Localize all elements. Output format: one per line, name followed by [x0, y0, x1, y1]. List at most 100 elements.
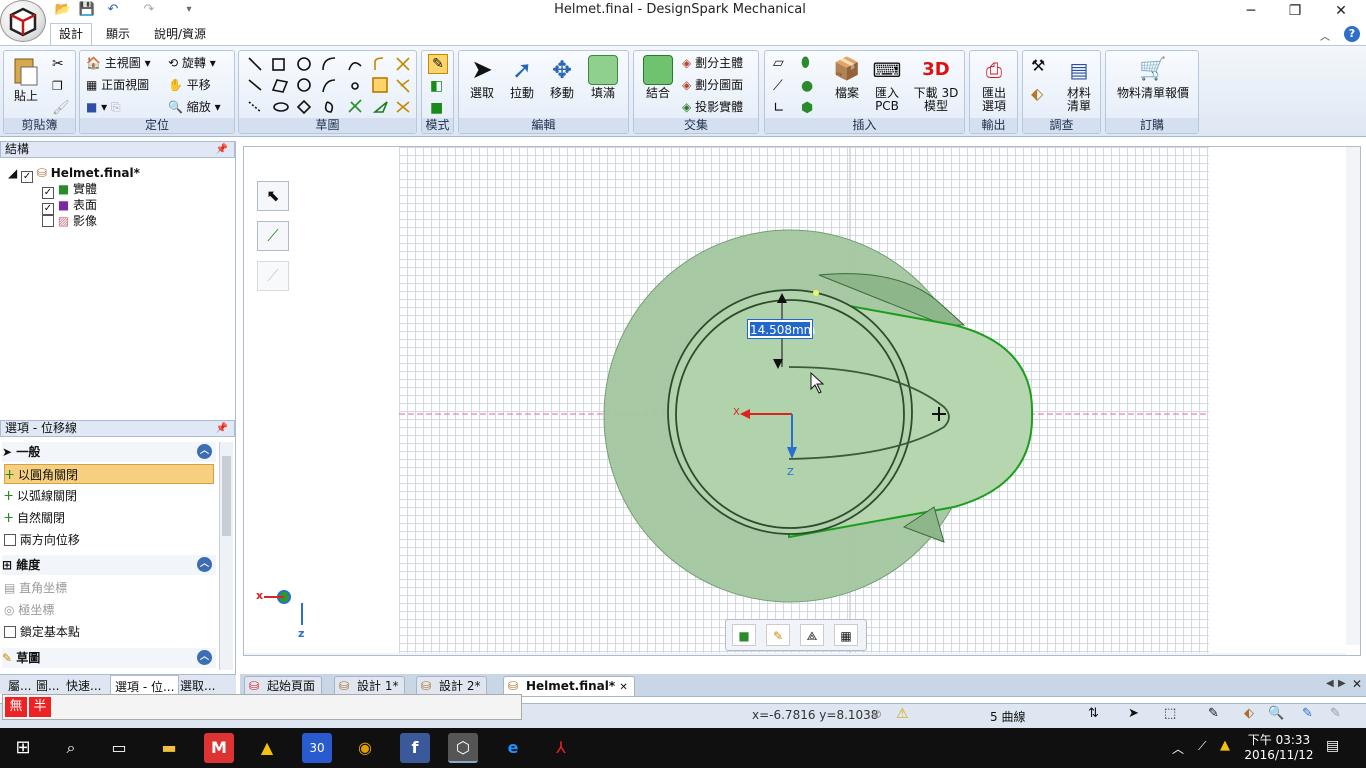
- home-view-button[interactable]: 🏠 主視圖 ▾: [86, 53, 151, 73]
- task-view-icon[interactable]: ▭: [104, 733, 134, 763]
- panel-tab-quick[interactable]: 快速...: [66, 677, 101, 694]
- collapse-icon[interactable]: ︿: [197, 444, 212, 459]
- copy-icon[interactable]: ❐: [52, 77, 63, 95]
- acrobat-icon[interactable]: ⅄: [546, 733, 576, 763]
- checkbox[interactable]: [4, 626, 16, 638]
- section-mode-icon[interactable]: ◧: [430, 77, 443, 95]
- stop-icon[interactable]: ⊘: [872, 707, 882, 721]
- tree-item-image[interactable]: ▨ 影像: [42, 213, 97, 229]
- format-painter-icon[interactable]: 🖌: [52, 99, 70, 117]
- pull-button[interactable]: ➚ 拉動: [503, 55, 541, 100]
- tab-design[interactable]: 設計: [50, 23, 93, 45]
- mirror-tool-button[interactable]: ⟋: [257, 261, 289, 291]
- pen-disabled-icon[interactable]: ✎: [1330, 706, 1341, 721]
- close-all-tabs-icon[interactable]: ✕: [1352, 677, 1362, 691]
- clock-time[interactable]: 下午 03:33: [1244, 731, 1314, 748]
- rotate-button[interactable]: ⟲ 旋轉 ▾: [168, 53, 216, 73]
- tab-scroll-left-icon[interactable]: ◀: [1326, 678, 1334, 689]
- customize-qa-icon[interactable]: ▾: [180, 2, 198, 18]
- close-tab-icon[interactable]: ✕: [619, 682, 627, 693]
- cylinder-icon[interactable]: ⬮: [801, 54, 810, 72]
- select-tool-button[interactable]: ⬉: [257, 181, 289, 211]
- select-button[interactable]: ➤ 選取: [463, 55, 501, 100]
- paste-button[interactable]: 貼上: [8, 55, 44, 103]
- 3d-mode-icon[interactable]: ■: [430, 99, 443, 117]
- file-explorer-icon[interactable]: ▬: [154, 733, 184, 763]
- save-icon[interactable]: 💾: [78, 2, 96, 18]
- redo-icon[interactable]: ↷: [140, 2, 158, 18]
- panel-tab-selection[interactable]: 選取...: [180, 677, 215, 694]
- horizontal-scrollbar[interactable]: [244, 653, 1346, 655]
- checkbox[interactable]: ✓: [21, 171, 34, 183]
- option-cartesian[interactable]: ▤ 直角坐標: [4, 578, 214, 598]
- axis-icon[interactable]: ⟋: [773, 77, 783, 95]
- collapse-icon[interactable]: ︿: [197, 557, 212, 572]
- checkbox[interactable]: [42, 215, 54, 227]
- section-dimension[interactable]: ⊞ 維度 ︿: [2, 555, 216, 575]
- edge-icon[interactable]: e: [498, 733, 528, 763]
- panel-tab-layers[interactable]: 圖...: [36, 677, 59, 694]
- pin-icon[interactable]: 📌: [216, 142, 228, 157]
- sphere-icon[interactable]: ●: [801, 77, 813, 95]
- facebook-icon[interactable]: f: [400, 733, 430, 763]
- ime-mode-a[interactable]: 無: [5, 697, 27, 717]
- export-button[interactable]: ⎙ 匯出 選項: [972, 55, 1016, 113]
- box-select-icon[interactable]: ⬚: [1164, 706, 1176, 721]
- scroll-thumb[interactable]: [222, 456, 231, 536]
- sketch-plane-icon[interactable]: ✎: [766, 624, 790, 646]
- combine-button[interactable]: 結合: [638, 55, 678, 100]
- layer-icon[interactable]: ⬖: [1244, 706, 1254, 721]
- vertical-scrollbar[interactable]: [1346, 147, 1360, 645]
- zoom-status-icon[interactable]: 🔍: [1268, 706, 1284, 721]
- chrome-icon[interactable]: ◉: [350, 733, 380, 763]
- doc-tab-design2[interactable]: ⛁ 設計 2*: [416, 676, 488, 696]
- plan-view-icon[interactable]: ▦: [834, 624, 858, 646]
- designspark-icon[interactable]: ⬡: [448, 733, 478, 763]
- doc-tab-start[interactable]: ⛁ 起始頁面: [244, 676, 323, 696]
- tray-expand-icon[interactable]: ︿: [1172, 740, 1184, 757]
- close-button[interactable]: ✕: [1318, 0, 1364, 22]
- line-tool-button[interactable]: ⟋: [257, 221, 289, 251]
- option-lock-base[interactable]: 鎖定基本點: [4, 622, 214, 642]
- select-mode-icon[interactable]: ➤: [1128, 706, 1139, 721]
- section-sketch[interactable]: ✎ 草圖 ︿: [2, 648, 216, 668]
- move-button[interactable]: ✥ 移動: [543, 55, 581, 100]
- warning-icon[interactable]: ⚠: [896, 706, 909, 722]
- plane-icon[interactable]: ▱: [773, 54, 784, 72]
- pan-button[interactable]: ✋ 平移: [168, 75, 211, 95]
- tab-help-resources[interactable]: 說明/資源: [146, 24, 214, 46]
- ime-mode-b[interactable]: 半: [29, 697, 51, 717]
- sketch-tools-icons[interactable]: [243, 54, 415, 118]
- return-3d-icon[interactable]: ■: [732, 624, 756, 646]
- measure-icon[interactable]: ⚒: [1031, 57, 1045, 75]
- minimize-button[interactable]: ─: [1228, 0, 1274, 22]
- google-drive-icon[interactable]: ▲: [252, 733, 282, 763]
- file-button[interactable]: 📦 檔案: [827, 55, 867, 100]
- tab-display[interactable]: 顯示: [98, 24, 138, 46]
- selection-filter-icon[interactable]: ⇅: [1088, 706, 1099, 721]
- view-cube-button[interactable]: ■ ▾ ⎘: [86, 97, 121, 117]
- helmet-model[interactable]: [244, 147, 1361, 656]
- drive-tray-icon[interactable]: ▲: [1220, 738, 1230, 753]
- doc-tab-helmet[interactable]: ⛁ Helmet.final* ✕: [503, 676, 635, 696]
- undo-icon[interactable]: ↶: [104, 2, 122, 18]
- clock-date[interactable]: 2016/11/12: [1240, 748, 1318, 762]
- options-scrollbar[interactable]: [219, 442, 233, 670]
- section-general[interactable]: ➤ 一般 ︿: [2, 442, 216, 462]
- pen-status-icon[interactable]: ✎: [1302, 706, 1313, 721]
- option-arc-close[interactable]: ⵜ 以弧線關閉: [4, 486, 214, 506]
- collapse-ribbon-icon[interactable]: ︿: [1320, 28, 1330, 43]
- design-canvas[interactable]: 14.508mm X Z x z ⬉ ⟋ ⟋ ■ ✎ ⟁ ▦: [243, 146, 1361, 656]
- bom-button[interactable]: ▤ 材料 清單: [1059, 55, 1099, 113]
- select-plane-icon[interactable]: ⟁: [800, 624, 824, 646]
- open-icon[interactable]: 📂: [54, 2, 72, 18]
- bom-quote-button[interactable]: 🛒 物料清單報價: [1108, 55, 1198, 100]
- download-3d-button[interactable]: 3D 下載 3D 模型: [909, 55, 963, 113]
- split-body-button[interactable]: ◈ 劃分主體: [682, 53, 743, 73]
- project-button[interactable]: ◈ 投影實體: [682, 97, 743, 117]
- mass-icon[interactable]: ⬖: [1031, 85, 1043, 103]
- origin-icon[interactable]: ∟: [773, 99, 785, 117]
- zoom-button[interactable]: 🔍 縮放 ▾: [168, 97, 221, 117]
- option-polar[interactable]: ◎ 極坐標: [4, 600, 214, 620]
- cut-icon[interactable]: ✂: [52, 55, 64, 73]
